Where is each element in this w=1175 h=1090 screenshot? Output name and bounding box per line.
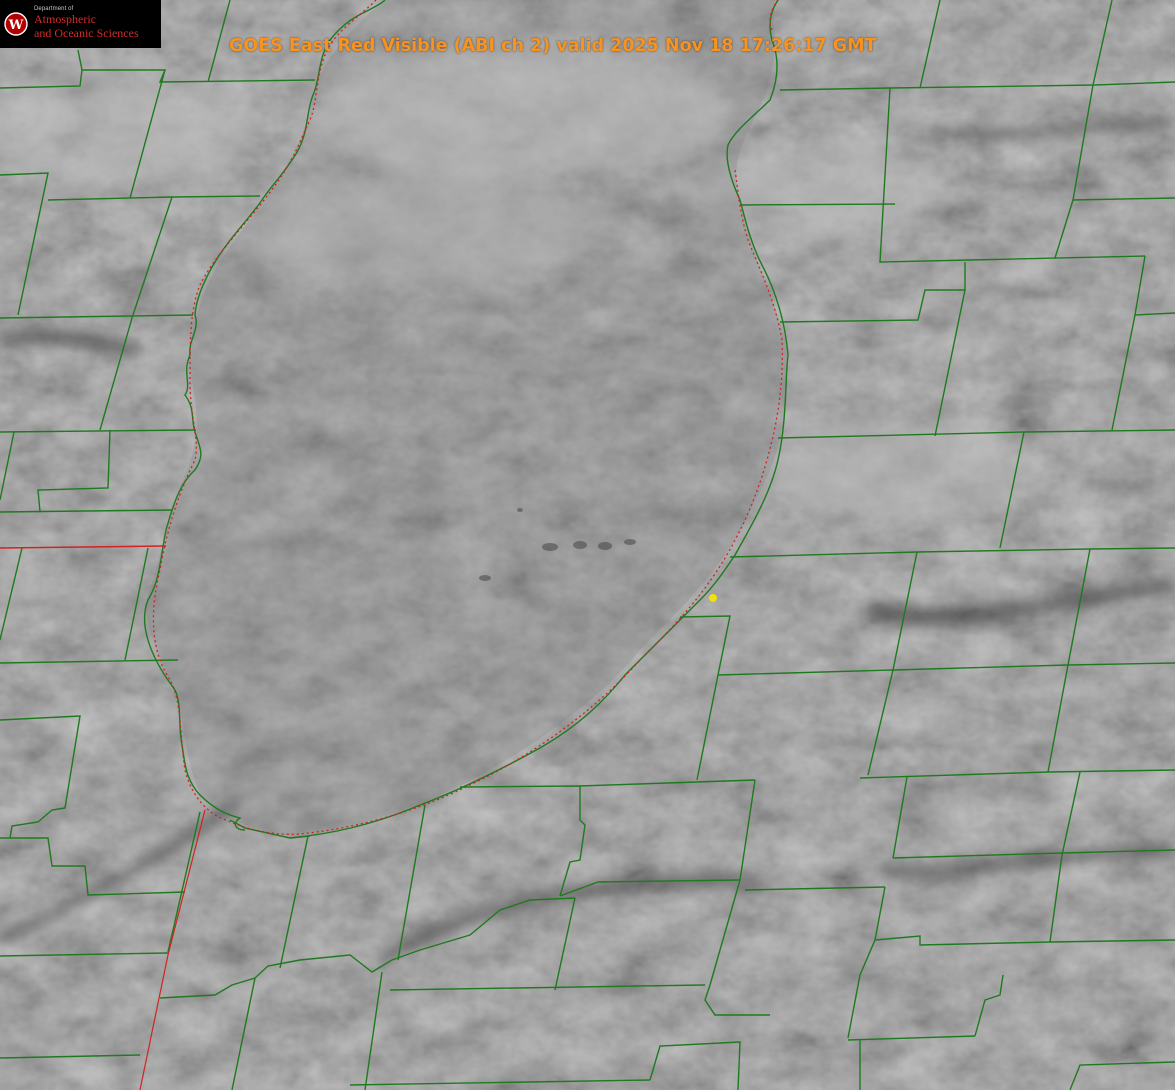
logo-line-1: Atmospheric <box>34 12 96 26</box>
satellite-image <box>0 0 1175 1090</box>
logo-letter: W <box>8 18 24 33</box>
uw-crest-icon: W <box>4 12 28 36</box>
image-title: GOES East Red Visible (ABI ch 2) valid 2… <box>229 36 877 56</box>
satellite-viewer: W Department of Atmospheric and Oceanic … <box>0 0 1175 1090</box>
uw-aos-logo: W Department of Atmospheric and Oceanic … <box>0 0 161 48</box>
logo-line-2: and Oceanic Sciences <box>34 26 139 40</box>
